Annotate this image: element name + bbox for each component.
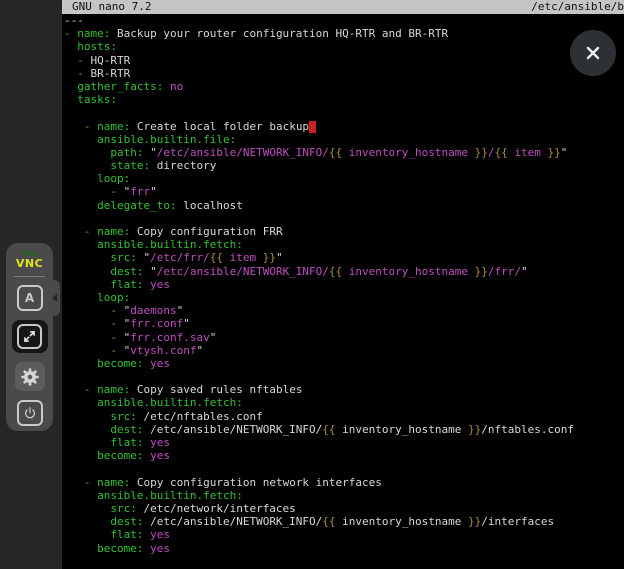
code-line: dest: "/etc/ansible/NETWORK_INFO/{{ inve… — [64, 265, 624, 278]
code-line: - "vtysh.conf" — [64, 344, 624, 357]
code-line: ansible.builtin.fetch: — [64, 238, 624, 251]
code-line: src: /etc/nftables.conf — [64, 410, 624, 423]
code-line: - name: Create local folder backup — [64, 120, 624, 133]
novnc-logo: no VNC — [16, 249, 43, 269]
nano-titlebar: GNU nano 7.2 /etc/ansible/b — [62, 0, 624, 14]
extra-keys-button[interactable]: A — [17, 285, 43, 311]
novnc-logo-bottom: VNC — [16, 259, 43, 269]
code-line: delegate_to: localhost — [64, 199, 624, 212]
keyboard-a-icon: A — [17, 285, 43, 311]
code-line: become: yes — [64, 357, 624, 370]
code-line: - HQ-RTR — [64, 54, 624, 67]
disconnect-button[interactable] — [17, 400, 43, 426]
code-line — [64, 462, 624, 475]
code-line: --- — [64, 14, 624, 27]
sidebar-handle[interactable] — [48, 280, 60, 316]
code-line: ansible.builtin.file: — [64, 133, 624, 146]
nano-file-path: /etc/ansible/b — [531, 0, 624, 14]
code-line: become: yes — [64, 542, 624, 555]
vnc-toolbar: no VNC A — [6, 243, 53, 431]
chevron-left-icon — [52, 294, 57, 302]
code-line: - BR-RTR — [64, 67, 624, 80]
code-line: ansible.builtin.fetch: — [64, 396, 624, 409]
code-line: ansible.builtin.fetch: — [64, 489, 624, 502]
code-line: flat: yes — [64, 528, 624, 541]
settings-button[interactable] — [15, 362, 45, 391]
fullscreen-arrows-icon — [17, 324, 42, 349]
code-line: state: directory — [64, 159, 624, 172]
close-icon — [583, 43, 603, 63]
terminal-window[interactable]: GNU nano 7.2 /etc/ansible/b ---- name: B… — [62, 0, 624, 569]
code-line: - name: Copy saved rules nftables — [64, 383, 624, 396]
code-line — [64, 212, 624, 225]
text-cursor — [309, 121, 316, 133]
code-line: - name: Copy configuration FRR — [64, 225, 624, 238]
toolbar-buttons: A — [12, 285, 48, 426]
nano-app-title: GNU nano 7.2 — [62, 0, 151, 14]
code-line: - "frr" — [64, 185, 624, 198]
code-line: gather_facts: no — [64, 80, 624, 93]
code-line: src: "/etc/frr/{{ item }}" — [64, 251, 624, 264]
gear-icon — [20, 367, 40, 387]
code-line: - "daemons" — [64, 304, 624, 317]
code-line — [64, 106, 624, 119]
code-line: hosts: — [64, 40, 624, 53]
code-line: src: /etc/network/interfaces — [64, 502, 624, 515]
code-line: - "frr.conf.sav" — [64, 331, 624, 344]
code-line — [64, 370, 624, 383]
code-line: tasks: — [64, 93, 624, 106]
editor-lines[interactable]: ---- name: Backup your router configurat… — [64, 14, 624, 569]
code-line: loop: — [64, 291, 624, 304]
code-line: path: "/etc/ansible/NETWORK_INFO/{{ inve… — [64, 146, 624, 159]
code-line: dest: /etc/ansible/NETWORK_INFO/{{ inven… — [64, 423, 624, 436]
close-button[interactable] — [570, 30, 616, 76]
code-line: dest: /etc/ansible/NETWORK_INFO/{{ inven… — [64, 515, 624, 528]
code-line: - name: Backup your router configuration… — [64, 27, 624, 40]
code-line: - "frr.conf" — [64, 317, 624, 330]
power-icon — [17, 400, 43, 426]
code-line: flat: yes — [64, 278, 624, 291]
toolbar-divider — [14, 276, 45, 277]
code-line: flat: yes — [64, 436, 624, 449]
code-line: loop: — [64, 172, 624, 185]
code-line: - name: Copy configuration network inter… — [64, 476, 624, 489]
fullscreen-button[interactable] — [12, 320, 48, 353]
code-line: become: yes — [64, 449, 624, 462]
